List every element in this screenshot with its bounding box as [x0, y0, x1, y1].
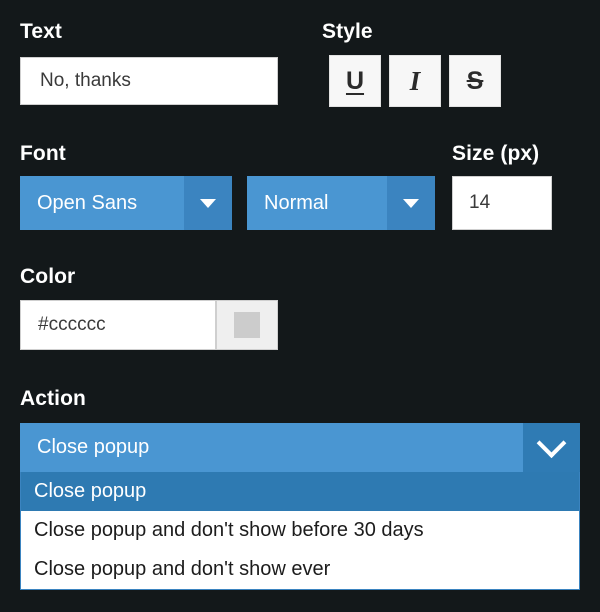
size-input[interactable]: 14 — [452, 176, 552, 230]
font-label: Font — [20, 142, 66, 165]
font-family-dropdown-button[interactable] — [184, 176, 232, 230]
text-label: Text — [20, 20, 63, 43]
style-button-group: U I S — [329, 55, 501, 107]
underline-button[interactable]: U — [329, 55, 381, 107]
strikethrough-button[interactable]: S — [449, 55, 501, 107]
italic-icon: I — [409, 65, 421, 96]
color-swatch-icon — [234, 312, 260, 338]
color-input[interactable]: #cccccc — [20, 300, 216, 350]
size-label: Size (px) — [452, 142, 540, 165]
text-input[interactable]: No, thanks — [20, 57, 278, 105]
action-dropdown-button[interactable] — [523, 423, 580, 472]
font-weight-value: Normal — [247, 176, 387, 230]
action-label: Action — [20, 387, 86, 410]
text-style-settings-panel: Text No, thanks Style U I S Font Open Sa… — [0, 0, 600, 612]
action-option-close-popup-30-days[interactable]: Close popup and don't show before 30 day… — [21, 511, 579, 550]
chevron-down-icon — [403, 198, 419, 208]
action-option-close-popup-ever[interactable]: Close popup and don't show ever — [21, 550, 579, 589]
font-weight-dropdown-button[interactable] — [387, 176, 435, 230]
strikethrough-icon: S — [466, 66, 484, 95]
chevron-down-icon — [200, 198, 216, 208]
font-weight-select[interactable]: Normal — [247, 176, 435, 230]
action-option-close-popup[interactable]: Close popup — [21, 472, 579, 511]
font-family-select[interactable]: Open Sans — [20, 176, 232, 230]
color-picker-button[interactable] — [216, 300, 278, 350]
chevron-down-icon — [536, 428, 567, 459]
action-selected-value: Close popup — [20, 423, 523, 472]
font-family-value: Open Sans — [20, 176, 184, 230]
color-label: Color — [20, 265, 76, 288]
underline-icon: U — [345, 66, 365, 95]
italic-button[interactable]: I — [389, 55, 441, 107]
action-select[interactable]: Close popup — [20, 423, 580, 472]
style-label: Style — [322, 20, 373, 43]
action-options-list: Close popup Close popup and don't show b… — [20, 472, 580, 590]
